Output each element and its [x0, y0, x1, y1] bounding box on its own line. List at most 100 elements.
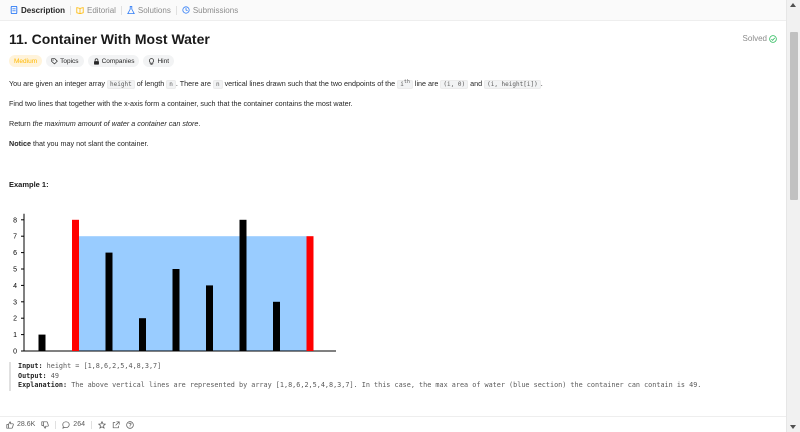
input-label: Input: — [18, 362, 43, 370]
description-paragraph-2: Find two lines that together with the x-… — [9, 99, 353, 108]
check-circle-icon — [769, 34, 777, 43]
difficulty-badge: Medium — [9, 55, 43, 67]
description-text: . — [198, 119, 201, 128]
height-bar — [239, 219, 247, 351]
example-explanation-line: Explanation: The above vertical lines ar… — [18, 381, 779, 391]
example-input-line: Input: height = [1,8,6,2,5,4,8,3,7] — [18, 362, 779, 372]
inline-code: n — [166, 80, 176, 89]
star-icon — [97, 420, 106, 429]
dislike-button[interactable] — [41, 420, 50, 429]
problem-tags: Medium Topics Companies Hint — [9, 55, 175, 67]
tab-description[interactable]: Description — [6, 0, 69, 20]
emphasis-text: the maximum amount of water a container … — [32, 119, 199, 128]
container-wall-bar — [72, 219, 79, 351]
action-bar: 28.6K 264 — [0, 416, 786, 432]
height-bar — [273, 301, 280, 351]
y-tick-label: 7 — [13, 234, 17, 241]
inline-code: ith — [397, 79, 413, 89]
lock-icon — [93, 57, 99, 65]
description-paragraph-4: Notice that you may not slant the contai… — [9, 139, 148, 148]
description-text: . There are — [175, 79, 213, 88]
tab-solutions-label: Solutions — [137, 5, 171, 15]
y-tick-label: 0 — [13, 349, 17, 356]
problem-title: 11. Container With Most Water — [9, 31, 210, 47]
superscript: th — [403, 79, 410, 85]
description-text: of length — [134, 79, 167, 88]
description-paragraph-1: You are given an integer array height of… — [9, 79, 543, 89]
y-tick-label: 5 — [13, 267, 17, 274]
tab-editorial[interactable]: Editorial — [72, 0, 120, 20]
y-tick-label: 4 — [13, 283, 17, 290]
y-tick-label: 6 — [13, 250, 17, 257]
tab-solutions[interactable]: Solutions — [123, 0, 175, 20]
companies-chip[interactable]: Companies — [87, 55, 140, 67]
explanation-label: Explanation: — [18, 381, 68, 389]
topics-chip[interactable]: Topics — [46, 55, 84, 67]
thumbs-up-icon — [6, 420, 14, 429]
description-paragraph-3: Return the maximum amount of water a con… — [9, 119, 200, 128]
topics-label: Topics — [60, 57, 79, 65]
y-tick-label: 8 — [13, 217, 17, 224]
like-button[interactable]: 28.6K — [6, 420, 35, 429]
tab-divider — [120, 5, 122, 15]
companies-label: Companies — [101, 57, 135, 65]
solved-label: Solved — [742, 34, 767, 43]
tab-bar: Description Editorial Solutions Submissi… — [0, 0, 786, 21]
vertical-scrollbar[interactable] — [786, 0, 800, 432]
description-text: Return — [9, 119, 33, 128]
description-text: . — [540, 79, 543, 88]
tab-description-label: Description — [21, 5, 66, 15]
height-bar — [38, 334, 46, 351]
inline-code: height — [107, 80, 135, 89]
problem-description-panel: 11. Container With Most Water Solved Med… — [0, 22, 786, 414]
footer-divider — [90, 420, 92, 429]
tab-submissions[interactable]: Submissions — [178, 0, 242, 20]
book-icon — [76, 7, 84, 14]
description-text: vertical lines drawn such that the two e… — [222, 79, 398, 88]
y-tick-label: 3 — [13, 299, 17, 306]
output-label: Output: — [18, 371, 47, 380]
height-bar — [172, 269, 180, 351]
thumbs-down-icon — [41, 420, 50, 429]
inline-code: n — [212, 80, 223, 89]
height-bar — [139, 318, 146, 351]
description-text: and — [468, 79, 485, 88]
height-bar — [105, 252, 113, 351]
share-icon — [112, 420, 120, 428]
example-block: Input: height = [1,8,6,2,5,4,8,3,7] Outp… — [9, 362, 779, 391]
y-tick-label: 2 — [13, 316, 17, 323]
tag-icon — [51, 57, 58, 64]
bold-text: Notice — [9, 139, 31, 148]
description-text: that you may not slant the container. — [30, 139, 149, 148]
lightbulb-icon — [149, 57, 155, 65]
y-tick-label: 1 — [13, 332, 17, 339]
favorite-button[interactable] — [97, 420, 106, 429]
description-text: You are given an integer array — [9, 79, 108, 88]
input-value: height = [1,8,6,2,5,4,8,3,7] — [42, 362, 162, 370]
tab-divider — [70, 5, 72, 15]
example-output-line: Output: 49 — [18, 372, 779, 382]
tab-divider — [175, 5, 177, 15]
height-bar — [206, 285, 213, 351]
comments-button[interactable]: 264 — [62, 420, 85, 429]
hint-chip[interactable]: Hint — [143, 55, 175, 67]
history-icon — [182, 6, 190, 14]
comment-icon — [62, 420, 70, 429]
container-chart: 0 1 2 3 4 5 6 7 8 — [13, 213, 336, 356]
scroll-up-arrow[interactable] — [790, 3, 796, 7]
water-area — [79, 236, 307, 351]
description-text: line are — [412, 79, 441, 88]
solved-status: Solved — [743, 34, 777, 43]
tab-editorial-label: Editorial — [87, 5, 116, 15]
scroll-down-arrow[interactable] — [790, 425, 796, 429]
inline-code: (i, height[i]) — [484, 80, 541, 89]
flask-icon — [127, 6, 135, 14]
footer-divider — [55, 420, 57, 429]
question-circle-icon — [126, 420, 134, 429]
help-button[interactable] — [126, 420, 134, 429]
scrollbar-thumb[interactable] — [790, 32, 798, 200]
share-button[interactable] — [112, 420, 120, 429]
comment-count: 264 — [73, 421, 85, 428]
example-title: Example 1: — [9, 180, 49, 189]
output-value: 49 — [46, 371, 59, 380]
